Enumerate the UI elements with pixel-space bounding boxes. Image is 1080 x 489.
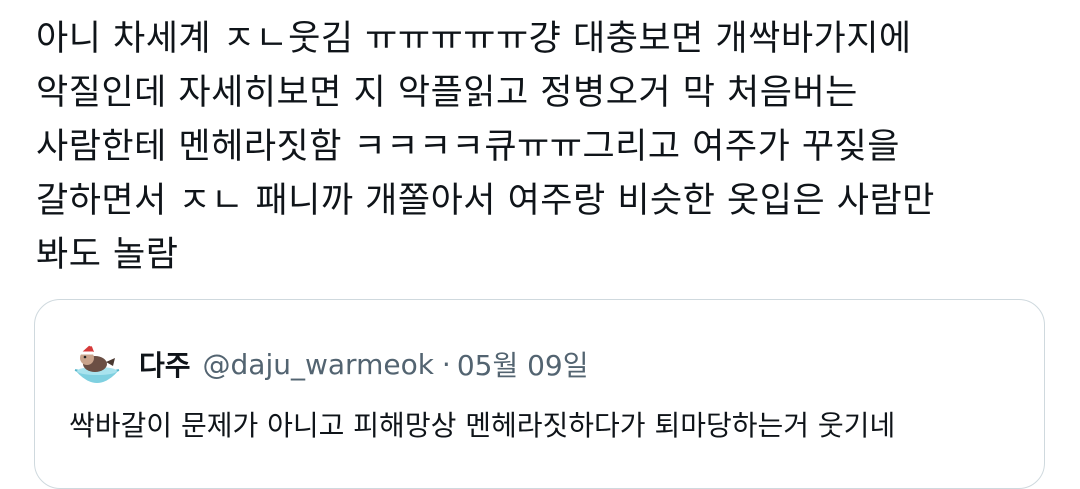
tweet-text-line: 사람한테 멘헤라짓함 ㅋㅋㅋㅋ큐ㅠㅠ그리고 여주가 꾸짖을 <box>36 127 901 167</box>
tweet-text: 아니 차세계 ㅈㄴ웃김 ㅠㅠㅠㅠㅠ걍 대충보면 개싹바가지에 악질인데 자세히보… <box>36 12 1046 282</box>
avatar-bird-in-bowl-icon[interactable] <box>69 336 125 392</box>
meta-separator: · <box>441 347 451 381</box>
quoted-tweet-card[interactable]: 다주 @daju_warmeok · 05월 09일 싹바갈이 문제가 아니고 … <box>34 299 1045 489</box>
quoted-tweet-text: 싹바갈이 문제가 아니고 피해망상 멘헤라짓하다가 퇴마당하는거 웃기네 <box>69 409 896 442</box>
quoted-author-handle[interactable]: @daju_warmeok <box>203 348 434 381</box>
tweet-text-line: 아니 차세계 ㅈㄴ웃김 ㅠㅠㅠㅠㅠ걍 대충보면 개싹바가지에 <box>36 19 912 59</box>
tweet-text-line: 봐도 놀람 <box>36 235 179 275</box>
tweet-text-line: 갈하면서 ㅈㄴ 패니까 개쫄아서 여주랑 비슷한 옷입은 사람만 <box>36 181 935 221</box>
quoted-tweet-header: 다주 @daju_warmeok · 05월 09일 <box>69 336 589 392</box>
tweet-text-line: 악질인데 자세히보면 지 악플읽고 정병오거 막 처음버는 <box>36 73 858 113</box>
quoted-author-name[interactable]: 다주 <box>139 344 191 384</box>
quoted-tweet-date[interactable]: 05월 09일 <box>457 344 589 384</box>
